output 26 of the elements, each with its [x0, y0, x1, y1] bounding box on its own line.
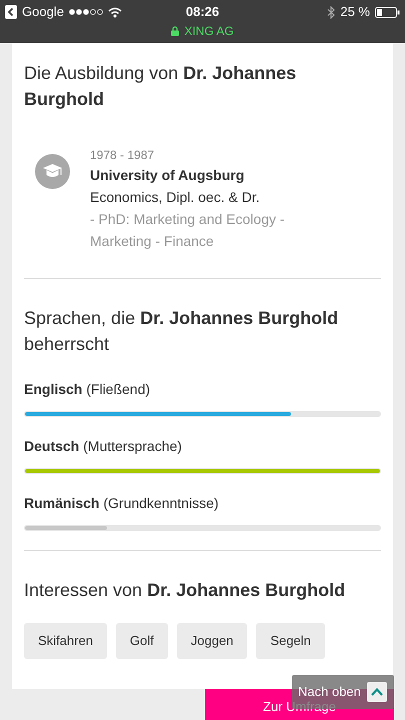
degree-details: - PhD: Marketing and Ecology - Marketing - Finance	[90, 210, 286, 251]
signal-icon	[68, 9, 103, 15]
up-chevron-icon	[366, 682, 387, 702]
degree-text: Economics, Dipl. oec. & Dr.	[90, 188, 261, 207]
back-app-label[interactable]: Google	[22, 2, 64, 22]
date-range: 1978 - 1987	[90, 147, 156, 164]
interest-tag[interactable]: Segeln	[256, 623, 325, 658]
language-label: Englisch (Fließend)	[24, 380, 152, 399]
battery-icon	[375, 6, 400, 18]
site-name: XING AG	[184, 23, 234, 40]
section-title: Die Ausbildung von Dr. Johannes Burghold	[24, 62, 298, 111]
language-label: Rumänisch (Grundkenntnisse)	[24, 494, 220, 513]
graduation-cap-icon	[35, 154, 70, 189]
school-name: University of Augsburg	[90, 166, 246, 185]
battery-percent: 25 %	[340, 3, 370, 22]
interest-tag[interactable]: Joggen	[176, 623, 248, 658]
language-label: Deutsch (Muttersprache)	[24, 437, 183, 456]
back-icon[interactable]	[5, 5, 17, 19]
interest-tag[interactable]: Skifahren	[24, 623, 107, 658]
section-title: Interessen von Dr. Johannes Burghold	[24, 579, 346, 602]
clock-time: 08:26	[184, 3, 220, 22]
wifi-icon	[108, 6, 122, 18]
interest-tag[interactable]: Golf	[116, 623, 168, 658]
lock-icon	[171, 26, 180, 36]
bluetooth-icon	[327, 6, 336, 18]
section-title: Sprachen, die Dr. Johannes Burghold beherrscht	[24, 307, 340, 356]
